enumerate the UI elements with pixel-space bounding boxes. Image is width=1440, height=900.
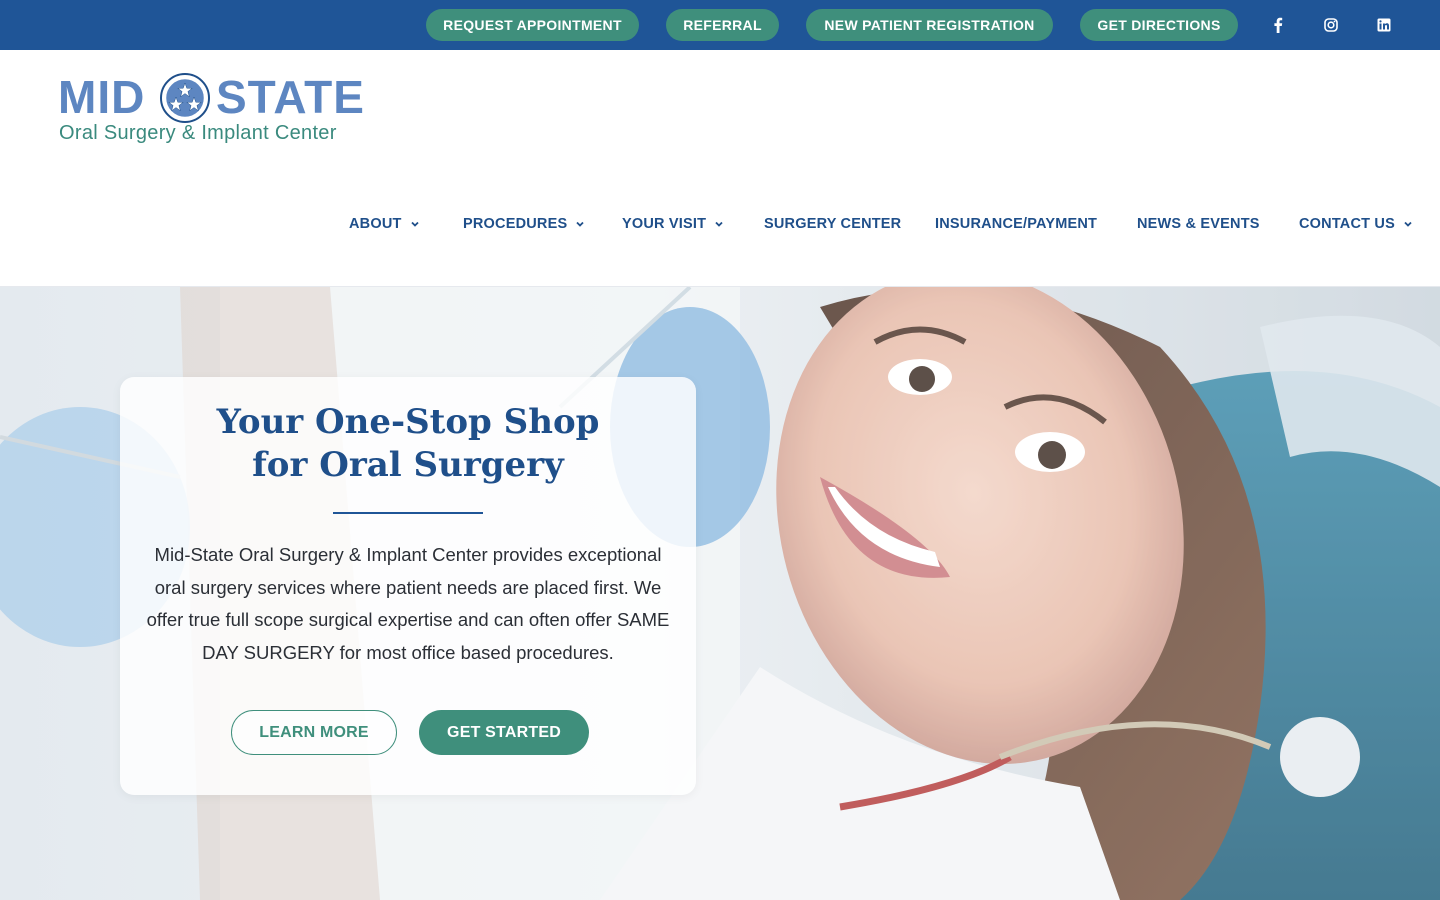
hero-title-line-1: Your One-Stop Shop (216, 402, 600, 442)
nav-item-about[interactable]: ABOUT (349, 216, 420, 232)
get-directions-button[interactable]: GET DIRECTIONS (1080, 9, 1238, 41)
nav-item-label: INSURANCE/PAYMENT (935, 216, 1098, 232)
hero-divider (333, 512, 483, 514)
logo-subtitle: Oral Surgery & Implant Center (59, 122, 337, 144)
logo-word-mid: MID (58, 71, 146, 123)
main-nav: ABOUT PROCEDURES YOUR VISIT SURGERY CENT… (0, 216, 1440, 238)
nav-item-your-visit[interactable]: YOUR VISIT (622, 216, 724, 232)
logo-word-state: STATE (216, 71, 365, 123)
nav-item-label: NEWS & EVENTS (1137, 216, 1260, 232)
hero-description: Mid-State Oral Surgery & Implant Center … (146, 544, 670, 663)
chevron-down-icon (1404, 221, 1412, 227)
chevron-down-icon (576, 221, 584, 227)
nav-item-label: ABOUT (349, 216, 402, 232)
hero-title-line-2: for Oral Surgery (252, 445, 564, 485)
nav-item-label: CONTACT US (1299, 216, 1395, 232)
nav-item-label: PROCEDURES (463, 216, 568, 232)
hero-card: Your One-Stop Shop for Oral Surgery Mid-… (120, 377, 696, 795)
hero-section: Your One-Stop Shop for Oral Surgery Mid-… (0, 287, 1440, 900)
chevron-down-icon (715, 221, 723, 227)
facebook-icon[interactable] (1268, 15, 1288, 35)
nav-item-procedures[interactable]: PROCEDURES (463, 216, 585, 232)
site-header: MID STATE Oral Surgery & Implant Center … (0, 50, 1440, 287)
instagram-icon[interactable] (1321, 15, 1341, 35)
nav-item-surgery-center[interactable]: SURGERY CENTER (764, 216, 901, 232)
request-appointment-button[interactable]: REQUEST APPOINTMENT (426, 9, 639, 41)
top-bar: REQUEST APPOINTMENT REFERRAL NEW PATIENT… (0, 0, 1440, 50)
hero-title: Your One-Stop Shop for Oral Surgery (120, 401, 696, 487)
nav-item-label: YOUR VISIT (622, 216, 707, 232)
tennessee-seal-icon (160, 73, 210, 123)
nav-item-insurance-payment[interactable]: INSURANCE/PAYMENT (935, 216, 1097, 232)
linkedin-icon[interactable] (1374, 15, 1394, 35)
chevron-down-icon (410, 221, 419, 227)
get-started-button[interactable]: GET STARTED (419, 710, 589, 755)
learn-more-button[interactable]: LEARN MORE (231, 710, 397, 755)
new-patient-registration-button[interactable]: NEW PATIENT REGISTRATION (806, 9, 1053, 41)
nav-item-label: SURGERY CENTER (764, 216, 902, 232)
nav-item-news-events[interactable]: NEWS & EVENTS (1137, 216, 1260, 232)
site-logo[interactable]: MID STATE Oral Surgery & Implant Center (58, 72, 368, 152)
referral-button[interactable]: REFERRAL (666, 9, 779, 41)
nav-item-contact-us[interactable]: CONTACT US (1299, 216, 1413, 232)
